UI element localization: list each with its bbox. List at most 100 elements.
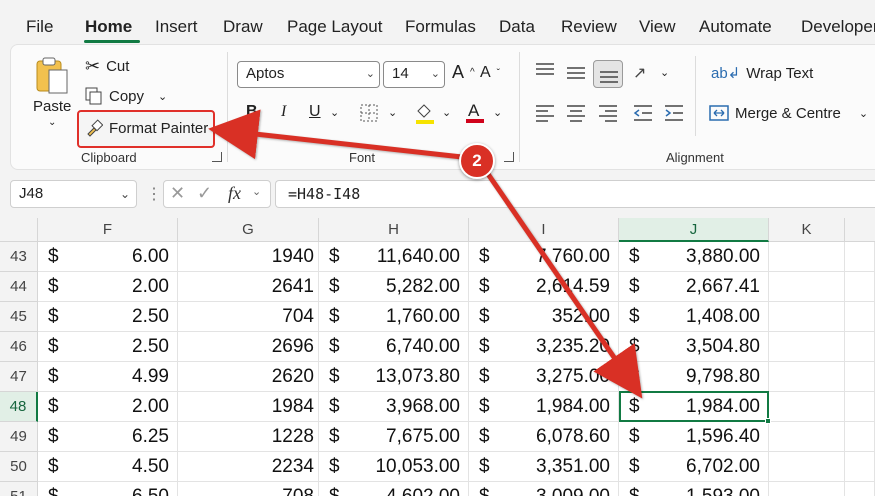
row-header-50[interactable]: 50 (0, 452, 38, 482)
fill-handle[interactable] (765, 418, 771, 424)
cell-l48[interactable] (845, 392, 875, 422)
cell-h44[interactable]: $5,282.00 (319, 272, 469, 302)
decrease-font-icon[interactable]: Aˇ (480, 64, 500, 82)
bold-button[interactable]: B (246, 103, 258, 121)
cell-g44[interactable]: 2641 (178, 272, 319, 302)
fill-color-icon[interactable] (414, 101, 436, 125)
tab-formulas[interactable]: Formulas (405, 17, 476, 37)
cell-i47[interactable]: $3,275.00 (469, 362, 619, 392)
chevron-down-icon[interactable]: ⌄ (388, 106, 397, 119)
increase-indent-icon[interactable] (664, 104, 684, 122)
chevron-down-icon[interactable]: ⌄ (660, 66, 669, 79)
cell-k44[interactable] (769, 272, 845, 302)
row-header-45[interactable]: 45 (0, 302, 38, 332)
cancel-icon[interactable]: ✕ (170, 183, 185, 204)
align-top-icon[interactable] (535, 62, 555, 80)
cell-i44[interactable]: $2,614.59 (469, 272, 619, 302)
cell-i48[interactable]: $1,984.00 (469, 392, 619, 422)
cell-k49[interactable] (769, 422, 845, 452)
cell-l47[interactable] (845, 362, 875, 392)
cell-h47[interactable]: $13,073.80 (319, 362, 469, 392)
cell-f49[interactable]: $6.25 (38, 422, 178, 452)
tab-view[interactable]: View (639, 17, 676, 37)
cell-f48[interactable]: $2.00 (38, 392, 178, 422)
align-center-icon[interactable] (566, 104, 586, 122)
cell-g46[interactable]: 2696 (178, 332, 319, 362)
align-left-icon[interactable] (535, 104, 555, 122)
tab-review[interactable]: Review (561, 17, 617, 37)
cell-h50[interactable]: $10,053.00 (319, 452, 469, 482)
cell-g45[interactable]: 704 (178, 302, 319, 332)
cell-l46[interactable] (845, 332, 875, 362)
cell-h46[interactable]: $6,740.00 (319, 332, 469, 362)
increase-font-icon[interactable]: A ^ (452, 62, 475, 83)
align-middle-icon[interactable] (566, 64, 586, 82)
column-header-h[interactable]: H (319, 218, 469, 242)
cell-f44[interactable]: $2.00 (38, 272, 178, 302)
cell-j49[interactable]: $1,596.40 (619, 422, 769, 452)
cell-f47[interactable]: $4.99 (38, 362, 178, 392)
borders-icon[interactable] (360, 104, 378, 122)
row-header-47[interactable]: 47 (0, 362, 38, 392)
tab-data[interactable]: Data (499, 17, 535, 37)
cell-f43[interactable]: $6.00 (38, 242, 178, 272)
cell-j47[interactable]: $9,798.80 (619, 362, 769, 392)
tab-draw[interactable]: Draw (223, 17, 263, 37)
cell-k45[interactable] (769, 302, 845, 332)
tab-file[interactable]: File (26, 17, 53, 37)
cell-g50[interactable]: 2234 (178, 452, 319, 482)
cell-l43[interactable] (845, 242, 875, 272)
cell-i46[interactable]: $3,235.20 (469, 332, 619, 362)
row-header-48[interactable]: 48 (0, 392, 38, 422)
row-header-51[interactable]: 51 (0, 482, 38, 496)
cell-j45[interactable]: $1,408.00 (619, 302, 769, 332)
cell-j43[interactable]: $3,880.00 (619, 242, 769, 272)
cell-j44[interactable]: $2,667.41 (619, 272, 769, 302)
column-header-j[interactable]: J (619, 218, 769, 242)
column-header-g[interactable]: G (178, 218, 319, 242)
cell-g43[interactable]: 1940 (178, 242, 319, 272)
cell-f45[interactable]: $2.50 (38, 302, 178, 332)
name-box[interactable]: J48 ⌄ (10, 180, 137, 208)
tab-developer[interactable]: Developer (801, 17, 875, 37)
row-header-49[interactable]: 49 (0, 422, 38, 452)
insert-function-icon[interactable]: fx (228, 183, 241, 204)
wrap-text-button[interactable]: ab↲ Wrap Text (711, 64, 813, 83)
paste-button[interactable]: Paste ⌄ (33, 56, 71, 128)
row-header-44[interactable]: 44 (0, 272, 38, 302)
cell-i51[interactable]: $3,009.00 (469, 482, 619, 496)
cell-h48[interactable]: $3,968.00 (319, 392, 469, 422)
cell-k46[interactable] (769, 332, 845, 362)
cell-k50[interactable] (769, 452, 845, 482)
cell-f50[interactable]: $4.50 (38, 452, 178, 482)
chevron-down-icon[interactable]: ⌄ (493, 106, 502, 119)
row-header-46[interactable]: 46 (0, 332, 38, 362)
merge-centre-button[interactable]: Merge & Centre ⌄ (709, 104, 868, 122)
cell-l50[interactable] (845, 452, 875, 482)
column-header-i[interactable]: I (469, 218, 619, 242)
cell-k47[interactable] (769, 362, 845, 392)
cell-g49[interactable]: 1228 (178, 422, 319, 452)
cell-l45[interactable] (845, 302, 875, 332)
enter-icon[interactable]: ✓ (197, 183, 212, 204)
formula-input[interactable]: =H48-I48 (275, 180, 875, 208)
cell-f51[interactable]: $6.50 (38, 482, 178, 496)
column-header-l[interactable] (845, 218, 875, 242)
chevron-down-icon[interactable]: ⌄ (330, 106, 339, 119)
align-right-icon[interactable] (598, 104, 618, 122)
orientation-icon[interactable]: ↗ (633, 63, 646, 83)
clipboard-launcher-icon[interactable] (212, 152, 222, 162)
cell-l51[interactable] (845, 482, 875, 496)
underline-button[interactable]: U (309, 103, 321, 121)
tab-automate[interactable]: Automate (699, 17, 772, 37)
cell-i43[interactable]: $7,760.00 (469, 242, 619, 272)
decrease-indent-icon[interactable] (633, 104, 653, 122)
font-color-icon[interactable]: A (465, 100, 485, 124)
cell-j51[interactable]: $1,593.00 (619, 482, 769, 496)
font-size-dropdown[interactable]: 14 ⌄ (383, 61, 445, 88)
more-options-icon[interactable]: ⋮ (146, 184, 162, 204)
tab-insert[interactable]: Insert (155, 17, 198, 37)
cell-g51[interactable]: 708 (178, 482, 319, 496)
cell-h43[interactable]: $11,640.00 (319, 242, 469, 272)
format-painter-button[interactable]: Format Painter (85, 119, 208, 137)
